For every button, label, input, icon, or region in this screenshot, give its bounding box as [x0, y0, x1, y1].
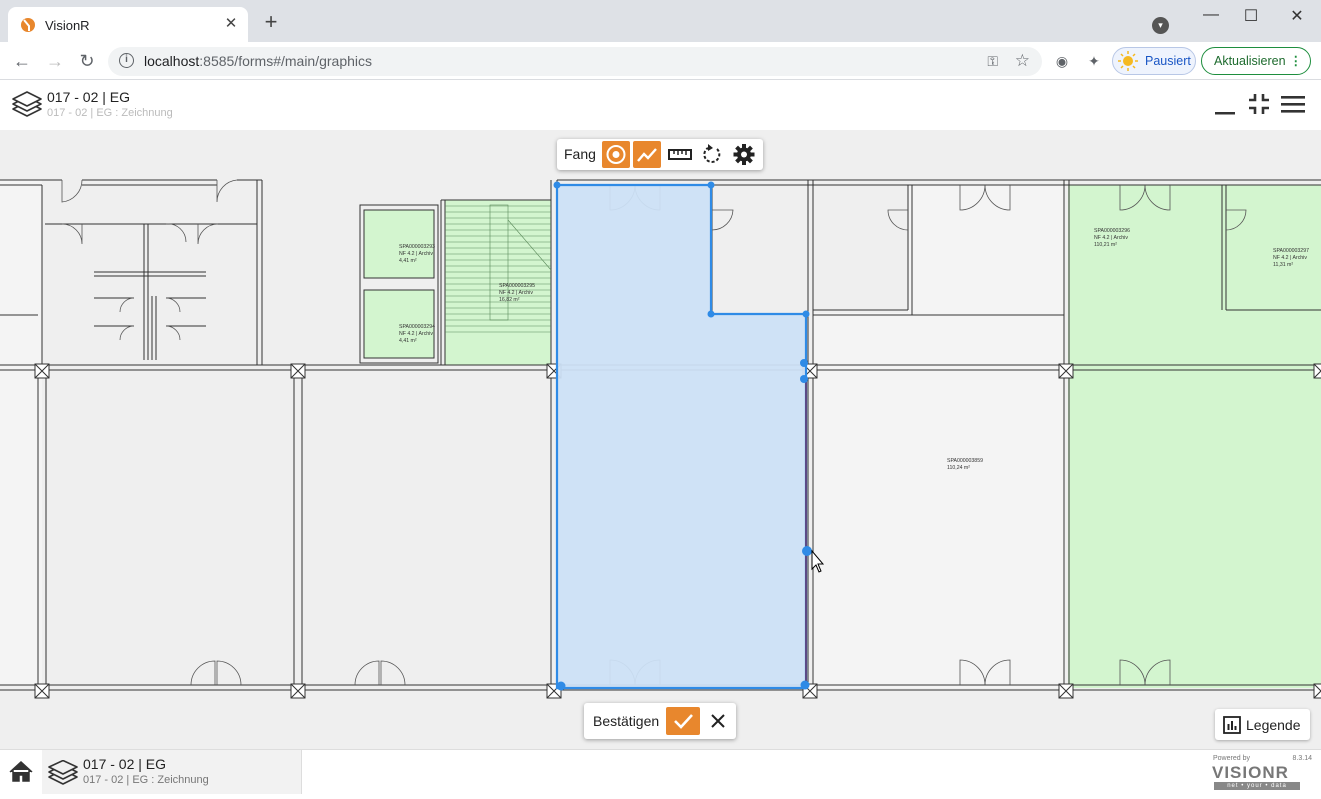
layers-icon[interactable] [11, 91, 43, 119]
ruler-icon [668, 149, 692, 160]
floor-plan[interactable]: SPA000003293 NF 4.2 | Archiv 4,41 m² SPA… [0, 130, 1321, 749]
app-header: 017 - 02 | EG 017 - 02 | EG : Zeichnung [0, 81, 1321, 130]
visionr-favicon-icon [21, 18, 35, 32]
selected-room-polygon[interactable] [555, 183, 808, 690]
confirm-button[interactable] [666, 707, 700, 735]
drawing-canvas[interactable]: SPA000003293 NF 4.2 | Archiv 4,41 m² SPA… [0, 130, 1321, 749]
url-field[interactable]: i localhost:8585/forms#/main/graphics ⚿ … [108, 47, 1042, 76]
snap-toolbar: Fang [557, 139, 763, 170]
svg-text:SPA000003296: SPA000003296 [1094, 228, 1130, 234]
back-arrow-icon[interactable]: ← [11, 50, 33, 72]
page-subtitle: 017 - 02 | EG : Zeichnung [47, 107, 173, 119]
browser-tab-bar: VisionR ✕ + ▾ — ☐ ✕ [0, 0, 1321, 42]
svg-text:SPA000003859: SPA000003859 [947, 458, 983, 464]
svg-text:NF 4.2 | Archiv: NF 4.2 | Archiv [1273, 255, 1307, 261]
svg-text:SPA000003293: SPA000003293 [399, 244, 435, 250]
key-icon[interactable]: ⚿ [987, 53, 998, 70]
url-host: localhost [144, 53, 200, 69]
window-close-button[interactable]: ✕ [1287, 6, 1307, 26]
legend-label: Legende [1246, 717, 1301, 733]
reload-icon[interactable]: ↻ [76, 50, 98, 72]
tab-title: VisionR [45, 18, 90, 33]
more-vert-icon[interactable]: ⋮ [1290, 48, 1303, 74]
checkmark-icon [674, 714, 693, 729]
close-icon [711, 714, 725, 728]
browser-tab[interactable]: VisionR ✕ [8, 7, 248, 42]
home-icon [9, 760, 33, 782]
svg-text:16,82 m²: 16,82 m² [499, 297, 520, 303]
gear-icon [733, 144, 755, 165]
svg-text:SPA000003297: SPA000003297 [1273, 248, 1309, 254]
measure-button[interactable] [666, 141, 694, 168]
confirm-toolbar: Bestätigen [584, 703, 736, 739]
forward-arrow-icon[interactable]: → [44, 50, 66, 72]
svg-text:4,41 m²: 4,41 m² [399, 258, 417, 264]
sun-avatar-icon [1118, 51, 1138, 71]
svg-text:NF 4.2 | Archiv: NF 4.2 | Archiv [399, 331, 433, 337]
home-button[interactable] [0, 750, 42, 794]
footer-bar: 017 - 02 | EG 017 - 02 | EG : Zeichnung … [0, 749, 1321, 794]
confirm-label: Bestätigen [593, 713, 660, 729]
brand-name: VISIONR [1212, 763, 1289, 782]
extension-circle-icon[interactable]: ◉ [1053, 52, 1071, 70]
update-button[interactable]: Aktualisieren ⋮ [1201, 47, 1311, 75]
update-label: Aktualisieren [1214, 54, 1286, 68]
tab-search-icon[interactable]: ▾ [1152, 17, 1169, 34]
profile-paused-button[interactable]: Pausiert [1112, 47, 1196, 75]
snap-point-toggle[interactable] [602, 141, 630, 168]
exit-fullscreen-icon[interactable] [1247, 92, 1271, 116]
brand-tagline: net • your • data [1214, 782, 1300, 790]
svg-text:SPA000003295: SPA000003295 [499, 283, 535, 289]
cancel-button[interactable] [705, 707, 731, 735]
rotate-icon [703, 144, 721, 163]
footer-title: 017 - 02 | EG [83, 756, 167, 772]
snap-label: Fang [564, 146, 596, 162]
paused-label: Pausiert [1145, 54, 1191, 68]
bar-chart-icon [1223, 716, 1241, 734]
site-info-icon[interactable]: i [119, 53, 134, 68]
window-maximize-button[interactable]: ☐ [1241, 6, 1261, 26]
room-spa000003859[interactable] [812, 313, 1065, 688]
version-label: 8.3.14 [1292, 755, 1312, 762]
rotate-button[interactable] [698, 141, 726, 168]
svg-text:NF 4.2 | Archiv: NF 4.2 | Archiv [1094, 235, 1128, 241]
extensions-puzzle-icon[interactable]: ✦ [1085, 52, 1103, 70]
page-title: 017 - 02 | EG [47, 89, 131, 105]
layers-icon [48, 760, 78, 785]
svg-text:NF 4.2 | Archiv: NF 4.2 | Archiv [499, 290, 533, 296]
window-minimize-button[interactable]: — [1201, 6, 1221, 24]
settings-button[interactable] [730, 141, 758, 168]
new-tab-button[interactable]: + [260, 11, 282, 33]
legend-button[interactable]: Legende [1215, 709, 1310, 740]
svg-text:110,21 m²: 110,21 m² [1094, 242, 1117, 248]
svg-text:NF 4.2 | Archiv: NF 4.2 | Archiv [399, 251, 433, 257]
powered-by-label: Powered by [1213, 755, 1250, 762]
tab-close-icon[interactable]: ✕ [222, 15, 240, 33]
room-spa000003295[interactable] [445, 200, 551, 365]
target-icon [606, 145, 626, 164]
minimize-icon[interactable] [1213, 93, 1237, 117]
url-path: :8585/forms#/main/graphics [199, 53, 373, 69]
svg-text:110,24 m²: 110,24 m² [947, 465, 970, 471]
visionr-logo: Powered by 8.3.14 VISIONR net • your • d… [1212, 755, 1314, 791]
bookmark-star-icon[interactable]: ☆ [1015, 51, 1030, 71]
trend-line-icon [637, 148, 657, 162]
browser-address-bar: ← → ↻ i localhost:8585/forms#/main/graph… [0, 42, 1321, 80]
hamburger-menu-icon[interactable] [1280, 92, 1306, 116]
svg-text:4,41 m²: 4,41 m² [399, 338, 417, 344]
svg-text:11,31 m²: 11,31 m² [1273, 262, 1293, 268]
snap-line-toggle[interactable] [633, 141, 661, 168]
footer-drawing-crumb[interactable]: 017 - 02 | EG 017 - 02 | EG : Zeichnung [42, 750, 302, 794]
svg-text:SPA000003294: SPA000003294 [399, 324, 435, 330]
footer-subtitle: 017 - 02 | EG : Zeichnung [83, 774, 209, 786]
